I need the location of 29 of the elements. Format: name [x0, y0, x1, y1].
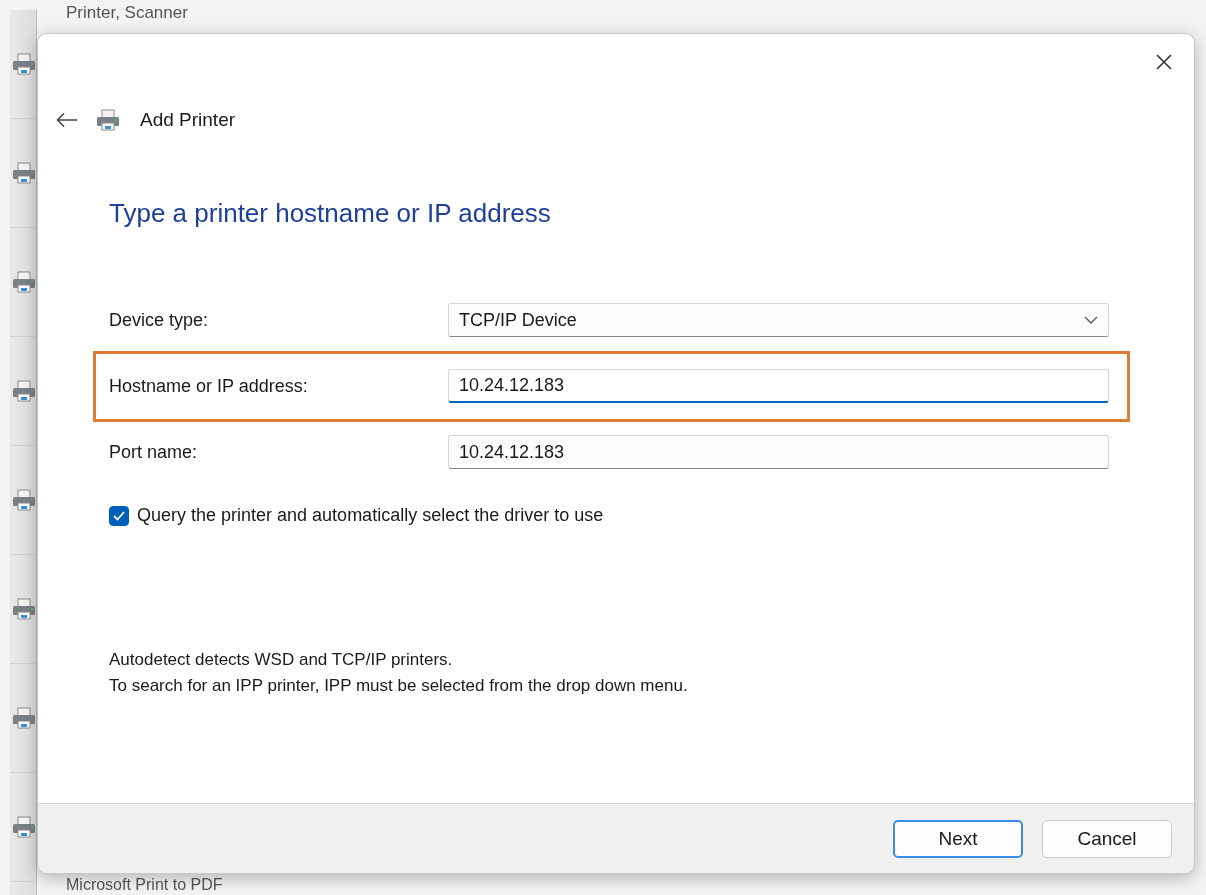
dropdown[interactable]: TCP/IP Device: [448, 303, 1109, 337]
checkmark-icon: [112, 509, 126, 522]
info-text: To search for an IPP printer, IPP must be selected from the drop down menu.: [109, 676, 689, 696]
printer-name: Microsoft Print to PDF: [66, 875, 223, 895]
input-field[interactable]: 10.24.12.183: [448, 435, 1109, 469]
printer-icon: [96, 109, 120, 131]
printer-icon: [12, 816, 36, 838]
printer-icon: [12, 162, 36, 184]
printer-icon: [12, 380, 36, 402]
field-label: Device type:: [109, 309, 210, 331]
input-field[interactable]: 10.24.12.183: [448, 369, 1109, 403]
window-title: Add Printer: [140, 109, 236, 131]
back-arrow-icon: [56, 112, 78, 128]
section-heading: Printer, Scanner: [66, 2, 188, 24]
printer-icon: [12, 271, 36, 293]
close-icon: [1155, 53, 1173, 71]
printer-icon: [12, 489, 36, 511]
field-label: Hostname or IP address:: [109, 375, 309, 397]
printer-icon: [12, 598, 36, 620]
info-text: Autodetect detects WSD and TCP/IP printers.: [109, 650, 454, 670]
printer-icon: [12, 53, 36, 75]
page-heading: Type a printer hostname or IP address: [109, 198, 552, 229]
field-label: Port name:: [109, 441, 199, 463]
printer-icon: [12, 707, 36, 729]
dialog-button[interactable]: Next: [893, 819, 1023, 858]
checkbox[interactable]: [109, 505, 129, 526]
dialog-button[interactable]: Cancel: [1042, 819, 1172, 858]
checkbox-label: Query the printer and automatically select the driver to use: [137, 505, 604, 526]
chevron-down-icon: [1084, 316, 1098, 324]
